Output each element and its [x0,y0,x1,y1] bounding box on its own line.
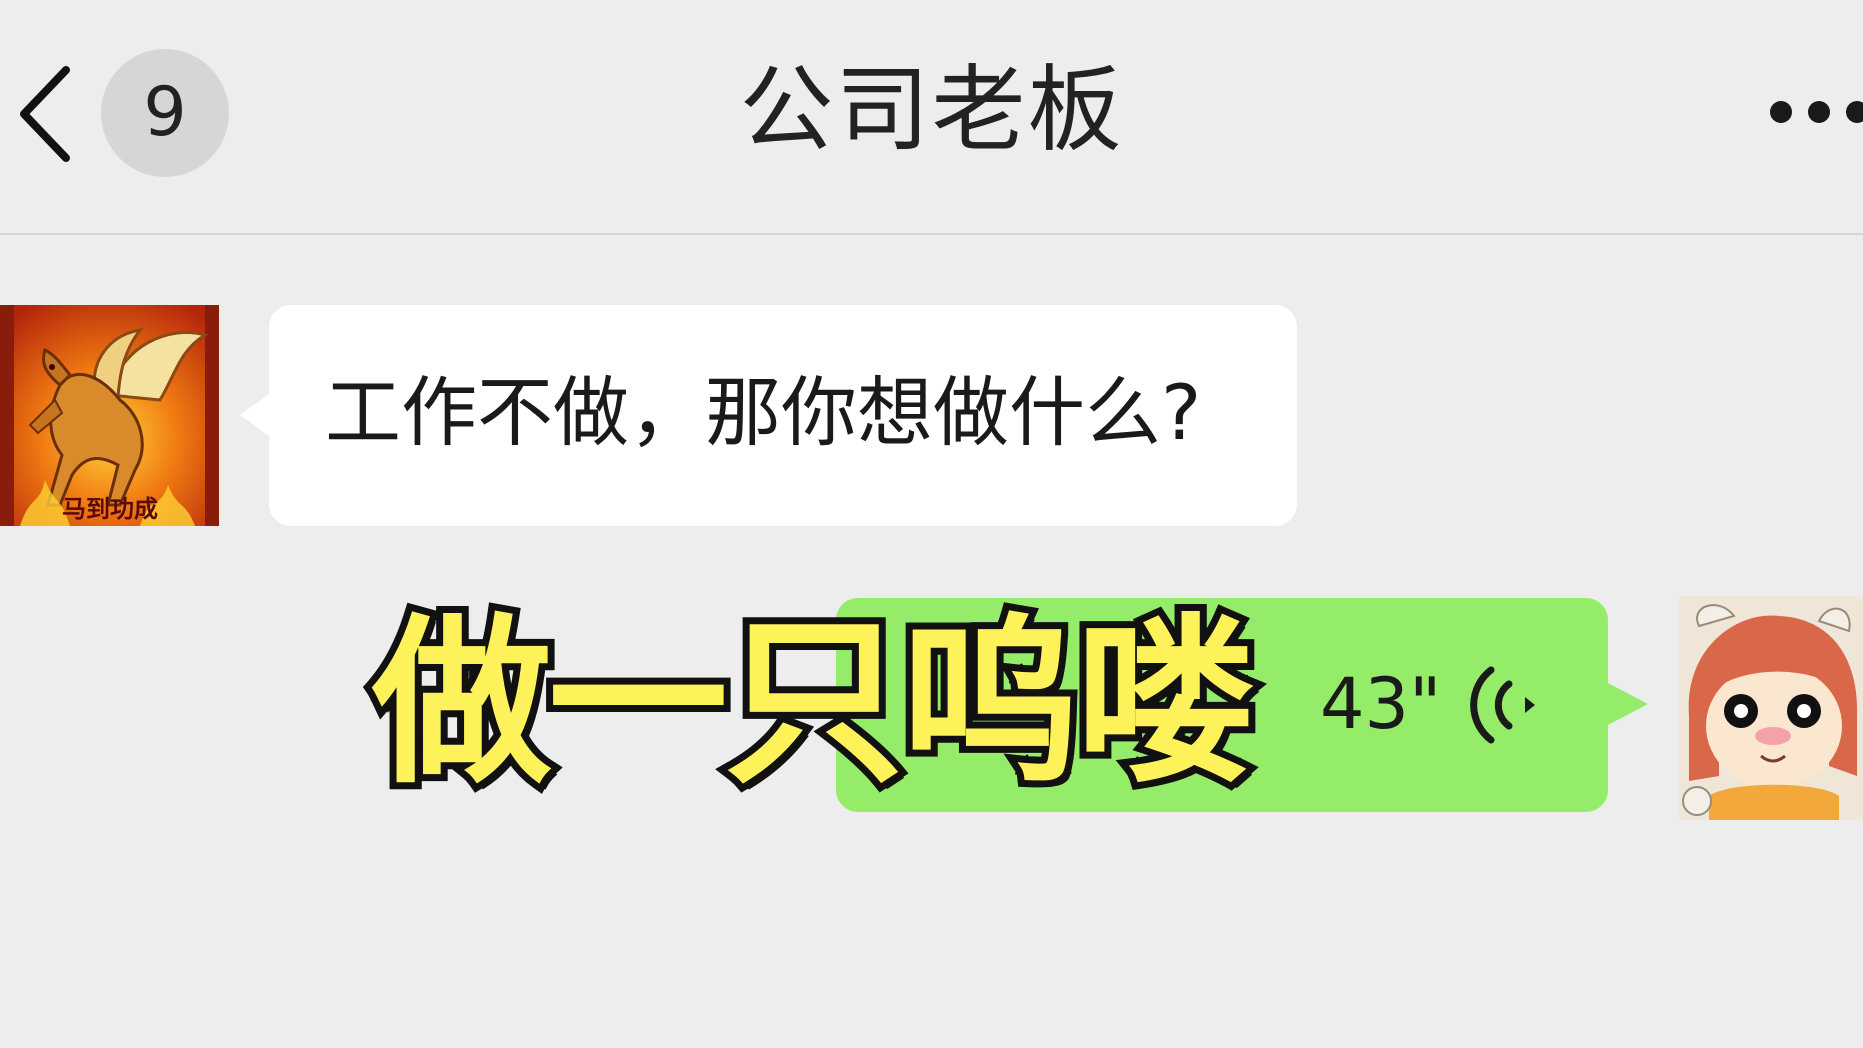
bubble-tail [240,393,270,437]
pegasus-avatar[interactable]: 马到功成 [0,305,219,526]
incoming-message-bubble[interactable]: 工作不做，那你想做什么? [240,305,1297,526]
ellipsis-icon [1770,101,1792,123]
message-text: 工作不做，那你想做什么? [325,368,1202,457]
more-options-button[interactable] [1760,92,1863,132]
voice-message-bubble[interactable]: 43" [836,598,1648,812]
bubble-tail [1606,682,1648,726]
chevron-left-icon [20,66,70,162]
ellipsis-icon [1846,101,1863,123]
back-button[interactable] [14,62,78,166]
chat-screen: 9 公司老板 马到功成 工作不做，那你想做什么? 43" 做一只呜喽 [0,0,1863,1048]
chat-header: 9 公司老板 [0,0,1863,235]
chat-title: 公司老板 [739,56,1124,165]
cartoon-girl-avatar[interactable] [1679,596,1863,820]
voice-duration: 43" [1320,663,1442,745]
ellipsis-icon [1808,101,1830,123]
unread-count-badge[interactable]: 9 [101,49,229,177]
voice-wave-icon [1470,666,1535,744]
avatar-caption: 马到功成 [62,494,158,523]
